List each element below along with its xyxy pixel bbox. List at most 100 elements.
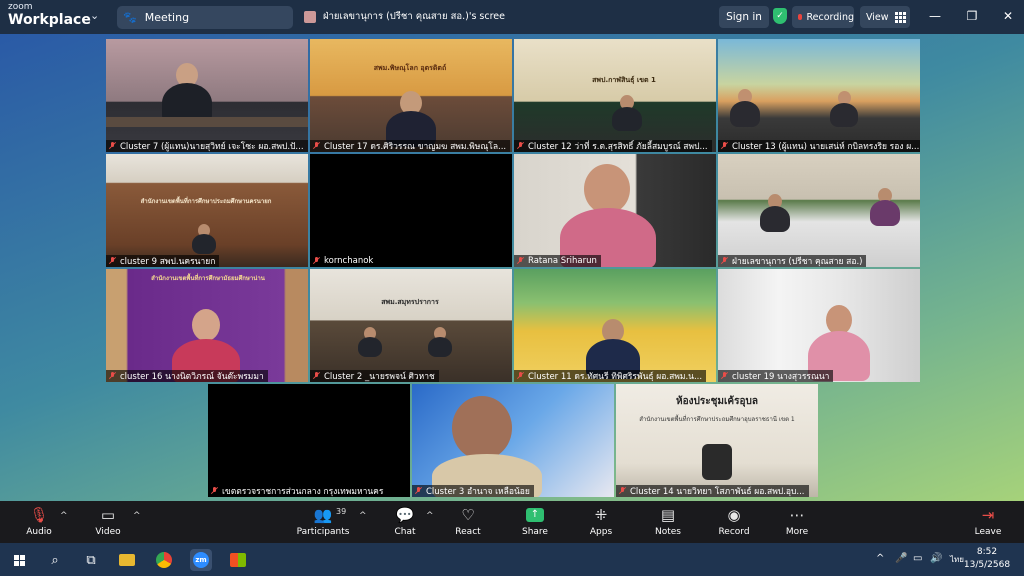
- video-caret-icon[interactable]: ^: [133, 511, 141, 521]
- apps-button[interactable]: ⁜ Apps: [573, 505, 629, 541]
- muted-mic-icon: [313, 372, 320, 380]
- video-tile[interactable]: สพม.พิษณุโลก อุตรดิตถ์ Cluster 17 ดร.ศิร…: [310, 39, 512, 152]
- record-dot-icon: [798, 14, 803, 20]
- video-gallery: Cluster 7 (ผู้แทน)นายสุวิทย์ เจะโซะ ผอ.ส…: [0, 34, 1024, 501]
- more-button[interactable]: ⋯ More: [769, 505, 825, 541]
- muted-mic-icon: [109, 372, 116, 380]
- chat-caret-icon[interactable]: ^: [426, 511, 434, 521]
- participant-name-text: cluster 16 นางนิตวิภรณ์ จันต๊ะพรมมา: [120, 372, 264, 382]
- restore-button[interactable]: ❐: [958, 6, 986, 26]
- windows-taskbar: ⌕ ⧉ zm ^ 🎤 ▭ 🔊 ไทย 8:52 13/5/2568: [0, 543, 1024, 576]
- video-button[interactable]: ▭ Video: [80, 505, 136, 541]
- muted-mic-icon: [721, 257, 728, 265]
- video-tile[interactable]: สำนักงานเขตพื้นที่การศึกษาประถมศึกษานครน…: [106, 154, 308, 267]
- store-icon[interactable]: [227, 549, 249, 571]
- muted-mic-icon: [517, 257, 524, 265]
- participant-name-text: kornchanok: [324, 256, 374, 266]
- task-view-icon[interactable]: ⧉: [80, 549, 102, 571]
- audio-label: Audio: [26, 527, 52, 537]
- video-tile-active-speaker[interactable]: ฝ่ายเลขานุการ (ปรีชา คุณสาย สอ.): [718, 154, 920, 267]
- video-tile[interactable]: เขตตรวจราชการส่วนกลาง กรุงเทพมหานคร: [208, 384, 410, 497]
- chevron-down-icon[interactable]: ⌄: [90, 9, 99, 22]
- video-tile[interactable]: kornchanok: [310, 154, 512, 267]
- notes-button[interactable]: ▤ Notes: [640, 505, 696, 541]
- participant-name-text: cluster 9 สพป.นครนายก: [120, 257, 216, 267]
- mic-tray-icon[interactable]: 🎤: [895, 553, 907, 564]
- share-button[interactable]: ↑ Share: [507, 505, 563, 541]
- participant-name-text: Cluster 17 ดร.ศิริวรรณ ขาญมฆ สพม.พิษณุโล…: [324, 142, 507, 152]
- participant-name: Cluster 3 อำนาจ เหลือน้อย: [412, 485, 534, 497]
- participant-name: cluster 19 นางสุวรรณนา: [718, 370, 834, 382]
- recording-indicator[interactable]: Recording: [792, 6, 854, 28]
- paw-icon: 🐾: [123, 11, 137, 24]
- participant-name: Cluster 2 _นายรพจน์ ศิวหาช: [310, 370, 439, 382]
- network-icon[interactable]: ▭: [913, 553, 922, 564]
- windows-start-icon[interactable]: [8, 549, 30, 571]
- video-tile[interactable]: สพป.กาฬสินธุ์ เขต 1 Cluster 12 ว่าที่ ร.…: [514, 39, 716, 152]
- muted-mic-icon: [109, 142, 116, 150]
- sign-in-button[interactable]: Sign in: [719, 6, 769, 28]
- meeting-tab[interactable]: 🐾 Meeting: [117, 6, 293, 29]
- muted-mic-icon: [517, 142, 524, 150]
- video-tile[interactable]: Cluster 13 (ผู้แทน) นายเสน่ห์ กบิลทรงริย…: [718, 39, 920, 152]
- file-explorer-icon[interactable]: [116, 549, 138, 571]
- meeting-tab-label: Meeting: [144, 11, 190, 24]
- participants-count: 39: [336, 507, 347, 516]
- scene-sign: สพม.สมุทรปราการ: [381, 298, 439, 306]
- react-button[interactable]: ♡ React: [440, 505, 496, 541]
- muted-mic-icon: [211, 487, 218, 495]
- shield-check-icon[interactable]: ✓: [773, 8, 787, 24]
- muted-mic-icon: [313, 257, 320, 265]
- record-button[interactable]: ◉ Record: [706, 505, 762, 541]
- record-icon: ◉: [727, 506, 741, 524]
- record-label: Record: [718, 527, 750, 537]
- search-icon[interactable]: ⌕: [44, 549, 66, 571]
- participant-name-text: Ratana Sriharun: [528, 256, 597, 266]
- video-tile[interactable]: Ratana Sriharun: [514, 154, 716, 267]
- chrome-icon[interactable]: [153, 549, 175, 571]
- heart-icon: ♡: [461, 506, 475, 524]
- view-label: View: [866, 11, 889, 23]
- video-tile[interactable]: ห้องประชุมเค้รอุบล สำนักงานเขตพื้นที่การ…: [616, 384, 818, 497]
- video-tile[interactable]: cluster 19 นางสุวรรณนา: [718, 269, 920, 382]
- muted-mic-icon: [109, 257, 116, 265]
- clock-date: 13/5/2568: [963, 560, 1011, 570]
- grid-icon: [894, 11, 906, 23]
- minimize-button[interactable]: —: [921, 6, 949, 26]
- scene-sign: สพป.กาฬสินธุ์ เขต 1: [592, 76, 656, 84]
- chat-button[interactable]: 💬 Chat: [377, 505, 433, 541]
- more-icon: ⋯: [789, 506, 805, 524]
- participant-name-text: เขตตรวจราชการส่วนกลาง กรุงเทพมหานคร: [222, 487, 384, 497]
- view-button[interactable]: View: [860, 6, 910, 28]
- share-screen-icon: ↑: [526, 505, 544, 525]
- video-tile[interactable]: Cluster 7 (ผู้แทน)นายสุวิทย์ เจะโซะ ผอ.ส…: [106, 39, 308, 152]
- leave-button[interactable]: ⇥ Leave: [960, 505, 1016, 541]
- participant-name: kornchanok: [310, 255, 378, 267]
- system-clock[interactable]: 8:52 13/5/2568: [962, 546, 1012, 572]
- chat-label: Chat: [394, 527, 416, 537]
- audio-caret-icon[interactable]: ^: [60, 511, 68, 521]
- participant-name: เขตตรวจราชการส่วนกลาง กรุงเทพมหานคร: [208, 485, 388, 497]
- video-tile[interactable]: สำนักงานเขตพื้นที่การศึกษามัธยมศึกษาน่าน…: [106, 269, 308, 382]
- participant-name: Cluster 13 (ผู้แทน) นายเสน่ห์ กบิลทรงริย…: [718, 140, 920, 152]
- video-tile[interactable]: สพม.สมุทรปราการ Cluster 2 _นายรพจน์ ศิวห…: [310, 269, 512, 382]
- audio-button[interactable]: 🎙 Audio: [11, 505, 67, 541]
- participant-name: cluster 9 สพป.นครนายก: [106, 255, 220, 267]
- screen-share-tab[interactable]: ฝ่ายเลขานุการ (ปรีชา คุณสาย สอ.)'s scree: [304, 9, 505, 24]
- room-title: ห้องประชุมเค้รอุบล: [676, 396, 758, 407]
- participant-name-text: Cluster 2 _นายรพจน์ ศิวหาช: [324, 372, 435, 382]
- participants-caret-icon[interactable]: ^: [359, 511, 367, 521]
- volume-icon[interactable]: 🔊: [930, 553, 942, 564]
- brand-small: zoom: [8, 2, 33, 12]
- video-tile[interactable]: Cluster 3 อำนาจ เหลือน้อย: [412, 384, 614, 497]
- tray-chevron-icon[interactable]: ^: [876, 553, 884, 564]
- participant-name-text: ฝ่ายเลขานุการ (ปรีชา คุณสาย สอ.): [732, 257, 863, 267]
- close-button[interactable]: ✕: [994, 6, 1022, 26]
- participant-name: Cluster 12 ว่าที่ ร.ต.สุรสิทธิ์ ภัยลี้สม…: [514, 140, 712, 152]
- apps-icon: ⁜: [594, 506, 608, 524]
- participant-name: Cluster 7 (ผู้แทน)นายสุวิทย์ เจะโซะ ผอ.ส…: [106, 140, 308, 152]
- participant-name-text: Cluster 11 ดร.ทัศนรี ทิพิศริรพันธุ์ ผอ.ส…: [528, 372, 703, 382]
- video-tile[interactable]: Cluster 11 ดร.ทัศนรี ทิพิศริรพันธุ์ ผอ.ส…: [514, 269, 716, 382]
- meeting-toolbar: 🎙 Audio ^ ▭ Video ^ 👥 Participants 39 ^ …: [0, 501, 1024, 543]
- zoom-app-icon[interactable]: zm: [190, 549, 212, 571]
